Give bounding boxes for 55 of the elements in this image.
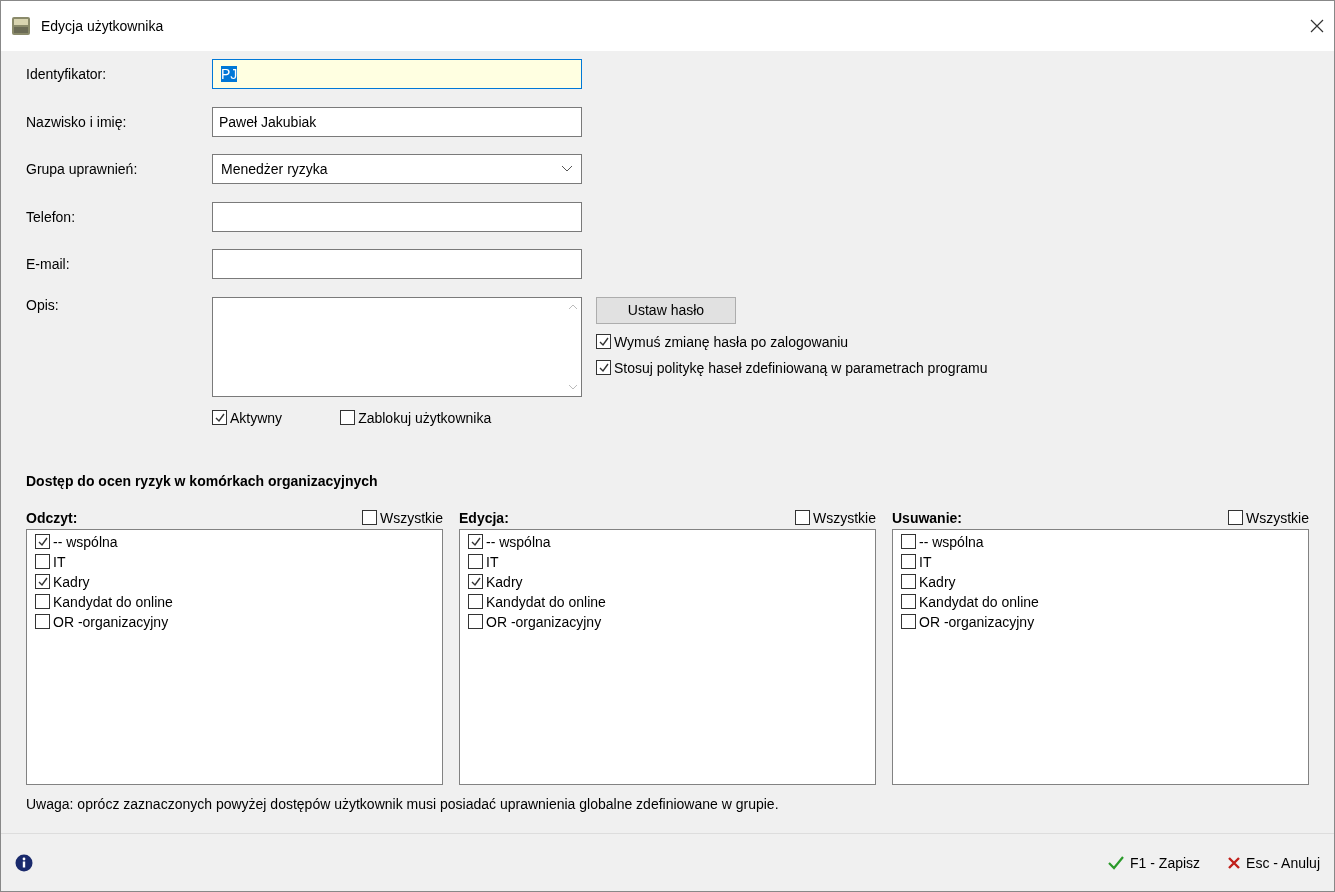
checkbox[interactable]: Stosuj politykę haseł zdefiniowaną w parametrach programu xyxy=(596,359,988,376)
checkbox[interactable]: -- wspólna xyxy=(901,533,1300,550)
chevron-down-icon xyxy=(561,165,573,173)
checkmark-icon xyxy=(213,411,226,424)
checkbox[interactable]: Kandydat do online xyxy=(35,593,434,610)
field-label: Identyfikator: xyxy=(26,66,108,82)
checkmark-icon xyxy=(469,535,482,548)
app-icon xyxy=(11,16,31,36)
checkbox[interactable]: OR -organizacyjny xyxy=(35,613,434,630)
save-button[interactable]: F1 - Zapisz xyxy=(1108,854,1201,871)
group-dropdown[interactable]: Menedżer ryzyka xyxy=(212,154,582,184)
checkbox[interactable]: Wszystkie xyxy=(795,509,876,526)
checkbox[interactable]: Kadry xyxy=(468,573,867,590)
checkmark-icon xyxy=(1108,855,1125,870)
note-text: Uwaga: oprócz zaznaczonych powyżej dostępów użytkownik musi posiadać uprawnienia globalne zdefiniowane w grupie. xyxy=(26,795,780,812)
checkbox[interactable]: Wymuś zmianę hasła po zalogowaniu xyxy=(596,333,988,350)
checkbox[interactable]: IT xyxy=(901,553,1300,570)
input-field[interactable] xyxy=(212,249,582,279)
column-title: Usuwanie: xyxy=(892,509,962,526)
checkbox[interactable]: Zablokuj użytkownika xyxy=(340,409,492,426)
checkbox[interactable]: -- wspólna xyxy=(468,533,867,550)
cross-icon xyxy=(1228,856,1241,869)
checkbox[interactable]: Aktywny xyxy=(212,409,283,426)
info-icon[interactable] xyxy=(15,853,33,872)
checkbox[interactable]: OR -organizacyjny xyxy=(468,613,867,630)
set-password-button[interactable]: Ustaw hasło xyxy=(596,296,736,324)
field-label: Telefon: xyxy=(26,208,77,225)
checkbox[interactable]: Kandydat do online xyxy=(468,593,867,610)
checkbox[interactable]: Kadry xyxy=(35,573,434,590)
checkbox[interactable]: Kandydat do online xyxy=(901,593,1300,610)
column-title: Edycja: xyxy=(459,509,509,526)
window-title: Edycja użytkownika xyxy=(41,18,165,34)
checkbox[interactable]: -- wspólna xyxy=(35,533,434,550)
checkmark-icon xyxy=(597,335,610,348)
checkmark-icon xyxy=(36,535,49,548)
checkbox[interactable]: IT xyxy=(468,553,867,570)
checkbox[interactable]: IT xyxy=(35,553,434,570)
field-label: Opis: xyxy=(26,296,60,313)
checkmark-icon xyxy=(36,575,49,588)
checkbox[interactable]: Wszystkie xyxy=(1228,509,1309,526)
field-label: Grupa uprawnień: xyxy=(26,161,139,177)
input-field[interactable]: PJ xyxy=(212,59,582,89)
checkbox[interactable]: Wszystkie xyxy=(362,509,443,526)
cancel-button[interactable]: Esc - Anuluj xyxy=(1228,854,1320,871)
checkbox[interactable]: OR -organizacyjny xyxy=(901,613,1300,630)
field-label: Nazwisko i imię: xyxy=(26,113,128,130)
checkbox[interactable]: Kadry xyxy=(901,573,1300,590)
input-field[interactable]: Paweł Jakubiak xyxy=(212,106,582,137)
input-field[interactable] xyxy=(212,201,582,232)
field-label: E-mail: xyxy=(26,256,71,272)
checkmark-icon xyxy=(469,575,482,588)
checkmark-icon xyxy=(597,361,610,374)
close-icon[interactable] xyxy=(1310,19,1324,33)
column-title: Odczyt: xyxy=(26,509,78,526)
section-heading: Dostęp do ocen ryzyk w komórkach organizacyjnych xyxy=(26,472,379,489)
